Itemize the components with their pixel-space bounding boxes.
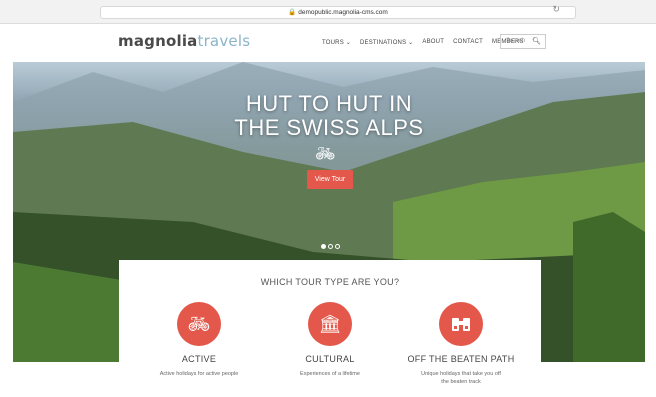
lock-icon: 🔒 <box>288 9 297 16</box>
tour-type-heading: WHICH TOUR TYPE ARE YOU? <box>260 277 400 287</box>
carousel-dots <box>321 244 342 249</box>
site-logo[interactable]: magnoliatravels <box>118 32 250 50</box>
view-tour-button[interactable]: View Tour <box>307 170 353 189</box>
carousel-dot-2[interactable] <box>328 244 333 249</box>
hero-title-line2: THE SWISS ALPS <box>234 115 424 140</box>
url-bar[interactable]: 🔒 demopublic.magnolia-cms.com <box>100 6 576 19</box>
search-icon[interactable]: 🔍︎ <box>532 35 541 48</box>
tour-offbeat-desc: Unique holidays that take you off the be… <box>421 371 501 385</box>
tour-cultural-desc: Experiences of a lifetime <box>300 371 360 377</box>
tour-active[interactable]: 🚲︎ ACTIVE Active holidays for active peo… <box>129 302 269 378</box>
url-text: demopublic.magnolia-cms.com <box>298 9 388 16</box>
tour-cultural[interactable]: 🏛︎ CULTURAL Experiences of a lifetime <box>260 302 400 378</box>
nav-tours[interactable]: TOURS ⌄ <box>322 39 351 46</box>
logo-part1: magnolia <box>118 32 198 50</box>
tour-offbeat-name[interactable]: OFF THE BEATEN PATH <box>391 354 531 364</box>
search-placeholder: Search <box>506 38 526 44</box>
temple-icon[interactable]: 🏛︎ <box>308 302 352 346</box>
binoculars-icon[interactable] <box>439 302 483 346</box>
binoculars-shape <box>452 318 470 332</box>
site-header: magnoliatravels TOURS ⌄ DESTINATIONS ⌄ A… <box>0 24 656 62</box>
logo-part2: travels <box>197 32 251 50</box>
bicycle-icon[interactable]: 🚲︎ <box>177 302 221 346</box>
tour-type-panel: WHICH TOUR TYPE ARE YOU? 🚲︎ ACTIVE Activ… <box>119 260 541 397</box>
bicycle-icon: 🚲︎ <box>315 146 336 163</box>
reload-icon[interactable]: ↻ <box>552 4 560 15</box>
tour-active-desc: Active holidays for active people <box>159 371 239 377</box>
nav-about[interactable]: ABOUT <box>422 39 444 46</box>
tour-active-name[interactable]: ACTIVE <box>129 354 269 364</box>
carousel-dot-1[interactable] <box>321 244 326 249</box>
nav-contact[interactable]: CONTACT <box>453 39 483 46</box>
tour-off-the-beaten-path[interactable]: OFF THE BEATEN PATH Unique holidays that… <box>391 302 531 386</box>
search-input[interactable]: Search 🔍︎ <box>500 34 546 49</box>
browser-chrome: 🔒 demopublic.magnolia-cms.com ↻ <box>0 0 656 24</box>
nav-destinations[interactable]: DESTINATIONS ⌄ <box>360 39 413 46</box>
hero-title: HUT TO HUT IN THE SWISS ALPS <box>13 92 645 140</box>
hero-title-line1: HUT TO HUT IN <box>245 91 413 116</box>
carousel-dot-3[interactable] <box>335 244 340 249</box>
tour-cultural-name[interactable]: CULTURAL <box>260 354 400 364</box>
